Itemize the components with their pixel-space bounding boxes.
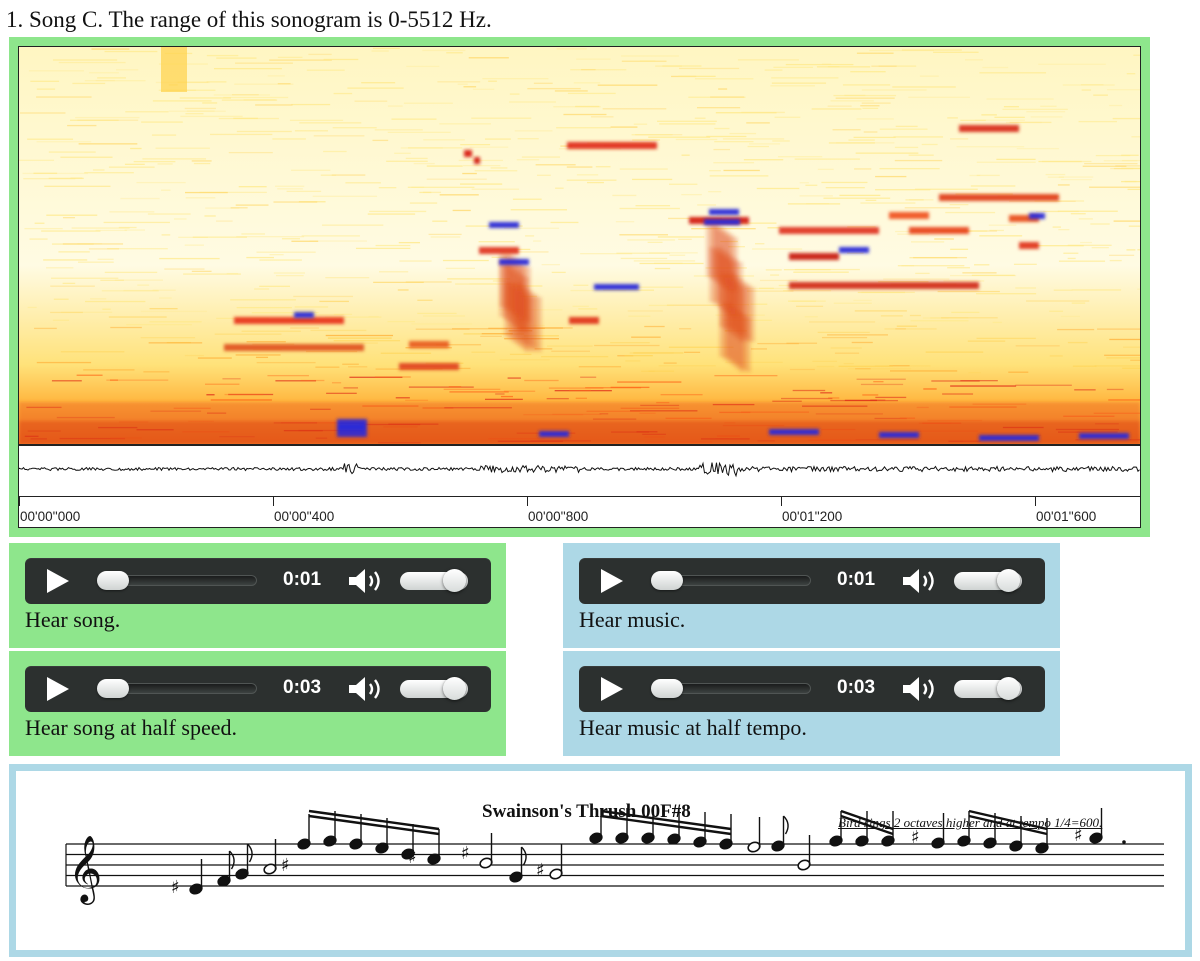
- volume-icon[interactable]: [347, 675, 387, 703]
- play-icon[interactable]: [601, 677, 623, 701]
- time-axis: [19, 496, 1140, 497]
- music-staff: 𝄞 ♯ ♯ ♯ ♯ ♯ ♯ ♯: [65, 808, 1164, 905]
- music-half-tempo-panel: 0:03 Hear music at half tempo.: [563, 651, 1060, 756]
- music-player-panel: 0:01 Hear music.: [563, 543, 1060, 648]
- seek-handle[interactable]: [97, 571, 129, 590]
- player-caption: Hear song.: [25, 607, 121, 632]
- volume-icon[interactable]: [901, 567, 941, 595]
- svg-text:♯: ♯: [171, 877, 180, 898]
- volume-handle[interactable]: [443, 569, 466, 592]
- time-tick-label: 00'00''800: [528, 509, 589, 524]
- player-caption: Hear music at half tempo.: [579, 715, 807, 740]
- spectrogram: [19, 47, 1140, 444]
- volume-handle[interactable]: [997, 569, 1020, 592]
- time-tick: [19, 496, 20, 506]
- audio-player: 0:01: [25, 558, 491, 604]
- song-half-speed-panel: 0:03 Hear song at half speed.: [9, 651, 506, 756]
- time-display: 0:03: [283, 677, 322, 698]
- player-caption: Hear music.: [579, 607, 686, 632]
- sonogram-panel: 00'00''000 00'00''400 00'00''800 00'01''…: [9, 37, 1150, 537]
- svg-text:♯: ♯: [408, 847, 417, 868]
- svg-text:♯: ♯: [911, 827, 920, 848]
- seek-handle[interactable]: [651, 571, 683, 590]
- volume-handle[interactable]: [997, 677, 1020, 700]
- svg-text:♯: ♯: [1074, 825, 1083, 846]
- time-tick: [1035, 496, 1036, 506]
- audio-player: 0:03: [579, 666, 1045, 712]
- time-tick-label: 00'01''600: [1036, 509, 1097, 524]
- player-caption: Hear song at half speed.: [25, 715, 237, 740]
- svg-text:♯: ♯: [461, 843, 470, 864]
- play-icon[interactable]: [601, 569, 623, 593]
- music-score-panel: Swainson's Thrush 00F#8 Bird sings 2 oct…: [9, 764, 1192, 957]
- time-tick-label: 00'00''400: [274, 509, 335, 524]
- page-heading: 1. Song C. The range of this sonogram is…: [6, 7, 492, 32]
- song-player-panel: 0:01 Hear song.: [9, 543, 506, 648]
- time-tick: [273, 496, 274, 506]
- time-tick-label: 00'01''200: [782, 509, 843, 524]
- time-tick-label: 00'00''000: [20, 509, 81, 524]
- audio-player: 0:03: [25, 666, 491, 712]
- sonogram-separator: [19, 444, 1140, 446]
- volume-icon[interactable]: [347, 567, 387, 595]
- time-tick: [527, 496, 528, 506]
- time-tick: [781, 496, 782, 506]
- svg-text:♯: ♯: [281, 855, 290, 876]
- time-display: 0:03: [837, 677, 876, 698]
- seek-handle[interactable]: [97, 679, 129, 698]
- volume-handle[interactable]: [443, 677, 466, 700]
- time-display: 0:01: [837, 569, 876, 590]
- play-icon[interactable]: [47, 677, 69, 701]
- play-icon[interactable]: [47, 569, 69, 593]
- audio-player: 0:01: [579, 558, 1045, 604]
- svg-text:𝄞: 𝄞: [68, 834, 102, 905]
- waveform: [19, 461, 1140, 478]
- volume-icon[interactable]: [901, 675, 941, 703]
- svg-text:♯: ♯: [536, 860, 545, 881]
- time-display: 0:01: [283, 569, 322, 590]
- seek-handle[interactable]: [651, 679, 683, 698]
- sonogram-image: 00'00''000 00'00''400 00'00''800 00'01''…: [18, 46, 1141, 528]
